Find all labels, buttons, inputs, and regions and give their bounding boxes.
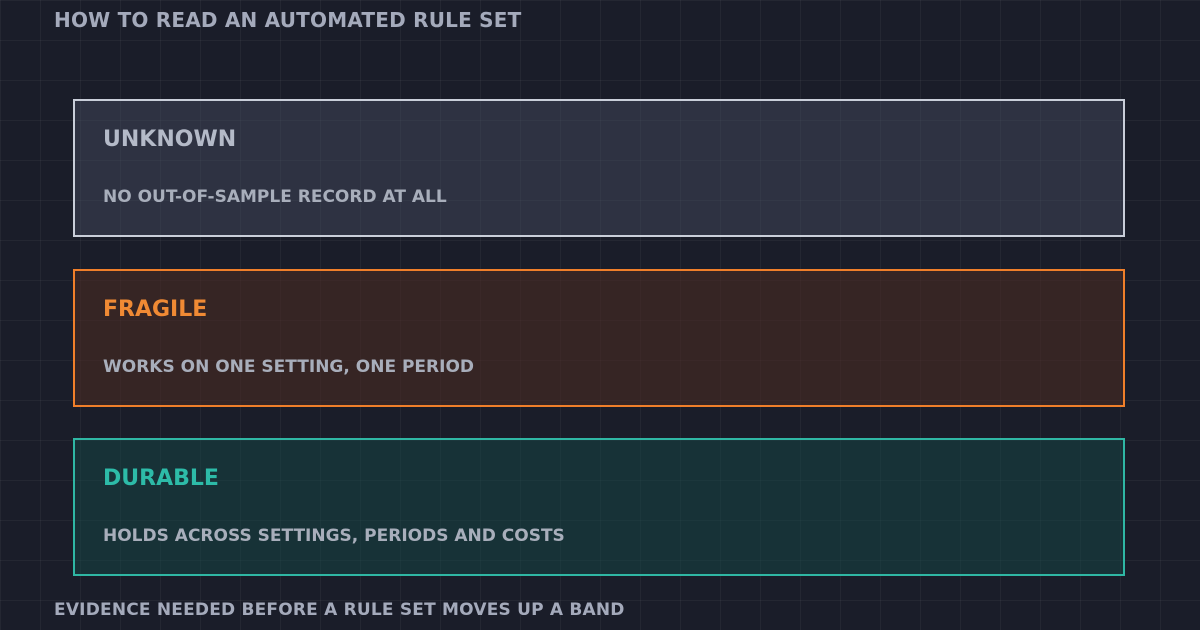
band-fragile-description: WORKS ON ONE SETTING, ONE PERIOD — [103, 357, 475, 377]
band-unknown: UNKNOWN NO OUT-OF-SAMPLE RECORD AT ALL — [73, 99, 1125, 237]
footer-caption: EVIDENCE NEEDED BEFORE A RULE SET MOVES … — [54, 600, 625, 620]
band-fragile: FRAGILE WORKS ON ONE SETTING, ONE PERIOD — [73, 269, 1125, 407]
band-unknown-label: UNKNOWN — [103, 127, 237, 152]
page-title: HOW TO READ AN AUTOMATED RULE SET — [54, 8, 522, 32]
band-durable: DURABLE HOLDS ACROSS SETTINGS, PERIODS A… — [73, 438, 1125, 576]
band-fragile-label: FRAGILE — [103, 297, 208, 322]
band-durable-label: DURABLE — [103, 466, 219, 491]
band-unknown-description: NO OUT-OF-SAMPLE RECORD AT ALL — [103, 187, 447, 207]
band-durable-description: HOLDS ACROSS SETTINGS, PERIODS AND COSTS — [103, 526, 565, 546]
